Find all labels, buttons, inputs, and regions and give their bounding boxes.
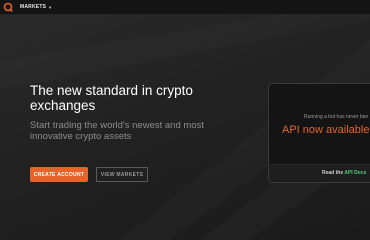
chevron-down-icon: ▼ [48, 4, 53, 10]
api-card-footer: Read the API Docs [269, 164, 370, 182]
landing-page: MARKETS ▼ The new standard in crypto exc… [0, 0, 370, 240]
api-card-note: Running a bot has never bee [304, 114, 369, 120]
api-docs-prefix: Read the [322, 170, 344, 176]
create-account-button[interactable]: CREATE ACCOUNT [30, 167, 88, 182]
hero-title: The new standard in crypto exchanges [30, 83, 193, 113]
api-card-title: API now available [282, 124, 370, 136]
api-docs-link[interactable]: API Docs [344, 170, 366, 176]
markets-menu[interactable]: MARKETS ▼ [20, 2, 52, 12]
view-markets-button[interactable]: VIEW MARKETS [96, 167, 148, 182]
markets-menu-label: MARKETS [20, 4, 47, 10]
api-promo-card: Running a bot has never bee API now avai… [268, 83, 370, 183]
top-navigation-bar: MARKETS ▼ [0, 0, 370, 15]
hero-subtitle: Start trading the world's newest and mos… [30, 120, 204, 142]
ring-logo-icon[interactable] [3, 2, 13, 12]
api-card-footer-text: Read the API Docs [322, 170, 366, 176]
